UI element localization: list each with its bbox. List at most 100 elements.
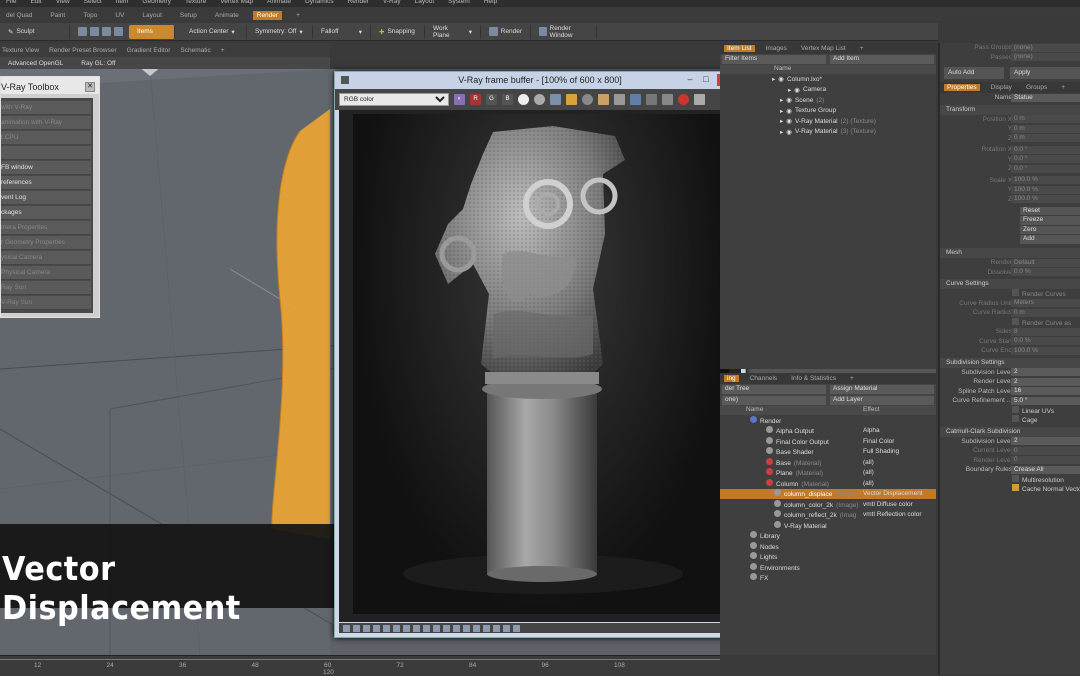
red-channel-button[interactable]: R	[470, 94, 481, 105]
status-icon[interactable]	[513, 624, 520, 632]
toolbox-item[interactable]: mera Properties	[1, 221, 91, 235]
teapot-icon[interactable]	[614, 94, 625, 105]
menu-4[interactable]: Item	[116, 0, 129, 7]
shader-row[interactable]: Base (Material) (all)	[720, 457, 936, 468]
green-channel-button[interactable]: G	[486, 94, 497, 105]
alpha-icon[interactable]	[534, 94, 545, 105]
selection-mode-group[interactable]	[70, 25, 123, 39]
render-curve-as-checkbox[interactable]: Render Curve as	[1012, 317, 1071, 327]
item-row[interactable]: ▸ ◉ Column.lxo*	[720, 74, 936, 85]
layout-tab[interactable]: +	[292, 11, 304, 20]
catmull-clark-section[interactable]: Catmull-Clark Subdivision	[940, 426, 1080, 437]
material-mode-icon[interactable]	[114, 27, 123, 36]
transform-button[interactable]: Reset	[1020, 206, 1080, 215]
layout-tab[interactable]: del Quad	[2, 11, 36, 20]
eye-icon[interactable]: ◉	[778, 75, 784, 83]
menu-0[interactable]: File	[6, 0, 16, 7]
toolbox-item[interactable]: Physical Camera	[1, 266, 91, 280]
shader-row[interactable]: Plane (Material) (all)	[720, 468, 936, 479]
expand-triangle-icon[interactable]: ▸	[772, 75, 775, 83]
auto-add-button[interactable]: Auto Add	[944, 67, 1004, 79]
maximize-button[interactable]: □	[699, 74, 713, 86]
linear-uvs-checkbox[interactable]: Linear UVs	[1012, 405, 1054, 415]
status-icon[interactable]	[343, 624, 350, 632]
toolbox-item[interactable]	[1, 146, 91, 160]
status-icon[interactable]	[373, 624, 380, 632]
status-icon[interactable]	[493, 624, 500, 632]
panel-tab[interactable]: +	[1058, 84, 1068, 91]
item-row[interactable]: ▸ ◉ Texture Group	[720, 106, 936, 117]
menu-3[interactable]: Select	[84, 0, 102, 7]
panel-tab[interactable]: Groups	[1023, 84, 1050, 91]
timeline[interactable]: 12 24 36 48 60 72 84 96 108 120	[0, 655, 720, 676]
stop-render-icon[interactable]	[678, 94, 689, 105]
shader-row[interactable]: Lights	[720, 552, 936, 563]
panel-tab[interactable]: ing	[724, 375, 739, 382]
property-value-field[interactable]: Statue	[1011, 93, 1080, 102]
property-value-field[interactable]: Meters	[1011, 299, 1080, 308]
render-curves-checkbox[interactable]: Render Curves	[1012, 289, 1066, 298]
layout-tab[interactable]: UV	[111, 11, 128, 20]
toolbox-item[interactable]: ckages	[1, 206, 91, 220]
toolbox-item[interactable]: FB window	[1, 161, 91, 175]
track-mouse-icon[interactable]	[598, 94, 609, 105]
property-value-field[interactable]: 2	[1011, 368, 1080, 377]
toolbox-item[interactable]: r Geometry Properties	[1, 236, 91, 250]
menu-13[interactable]: System	[448, 0, 470, 7]
shader-row[interactable]: column_color_2k (Image) vmtl Diffuse color	[720, 499, 936, 510]
render-canvas[interactable]	[339, 110, 741, 622]
item-row[interactable]: ▸ ◉ V-Ray Material (3) (Texture)	[720, 127, 936, 138]
work-plane-dropdown[interactable]: Work Plane ▾	[425, 24, 481, 39]
status-icon[interactable]	[443, 624, 450, 632]
property-value-field[interactable]: 100.0 %	[1011, 195, 1080, 204]
shader-row[interactable]: Column (Material) (all)	[720, 478, 936, 489]
shader-row[interactable]: Alpha Output Alpha	[720, 426, 936, 437]
viewport-tab[interactable]: Render Preset Browser	[49, 47, 117, 54]
menu-10[interactable]: Render	[348, 0, 369, 7]
view-dropdown[interactable]: der Tree	[722, 385, 826, 394]
item-row[interactable]: ▸ ◉ Scene (2)	[720, 95, 936, 106]
layout-tab[interactable]: Setup	[176, 11, 201, 20]
action-center-dropdown[interactable]: Action Center ▾	[181, 24, 247, 39]
expand-triangle-icon[interactable]: ▸	[780, 117, 783, 125]
panel-tab[interactable]: Info & Statistics	[788, 375, 839, 382]
status-icon[interactable]	[433, 624, 440, 632]
add-layer-button[interactable]: Add Layer	[830, 396, 934, 405]
color-picker-icon[interactable]: ◐	[454, 94, 465, 105]
eye-icon[interactable]: ◉	[786, 107, 792, 115]
close-icon[interactable]: ✕	[85, 82, 95, 92]
panel-tab[interactable]: Display	[988, 84, 1015, 91]
panel-tab[interactable]: Item List	[724, 45, 755, 52]
toolbox-item[interactable]: vent Log	[1, 191, 91, 205]
shader-row[interactable]: column_displace (Image) Vector Displacemen…	[720, 488, 936, 499]
status-icon[interactable]	[363, 624, 370, 632]
status-icon[interactable]	[463, 624, 470, 632]
property-value-field[interactable]: 5.0 °	[1011, 396, 1080, 405]
item-row[interactable]: ▸ ◉ V-Ray Material (2) (Texture)	[720, 116, 936, 127]
menu-2[interactable]: View	[56, 0, 70, 7]
toolbox-item[interactable]: references	[1, 176, 91, 190]
clear-image-icon[interactable]	[582, 94, 593, 105]
eye-icon[interactable]: ◉	[794, 86, 800, 94]
toolbox-item[interactable]: with V-Ray	[1, 101, 91, 115]
property-value-field[interactable]: Crease All	[1011, 465, 1080, 474]
sculpt-button[interactable]: ✎ Sculpt	[0, 24, 70, 39]
status-icon[interactable]	[403, 624, 410, 632]
panel-tab[interactable]: +	[857, 45, 867, 52]
status-icon[interactable]	[383, 624, 390, 632]
panel-tab[interactable]: Properties	[944, 84, 980, 91]
property-value-field[interactable]: 0 m	[1011, 308, 1080, 317]
toolbox-item[interactable]: animation with V-Ray	[1, 116, 91, 130]
channel-select[interactable]: RGB color	[339, 93, 449, 106]
property-value-field[interactable]: 0	[1011, 456, 1080, 465]
property-value-field[interactable]: 16	[1011, 387, 1080, 396]
property-value-field[interactable]: 0.0 %	[1011, 337, 1080, 346]
menu-6[interactable]: Texture	[185, 0, 206, 7]
transform-section[interactable]: Transform	[940, 104, 1080, 115]
vertex-mode-icon[interactable]	[78, 27, 87, 36]
toolbox-item[interactable]: Ray Sun	[1, 281, 91, 295]
compare-icon[interactable]	[662, 94, 673, 105]
menu-5[interactable]: Geometry	[142, 0, 171, 7]
layout-tab[interactable]: Animate	[211, 11, 243, 20]
transform-button[interactable]: Zero	[1020, 225, 1080, 234]
